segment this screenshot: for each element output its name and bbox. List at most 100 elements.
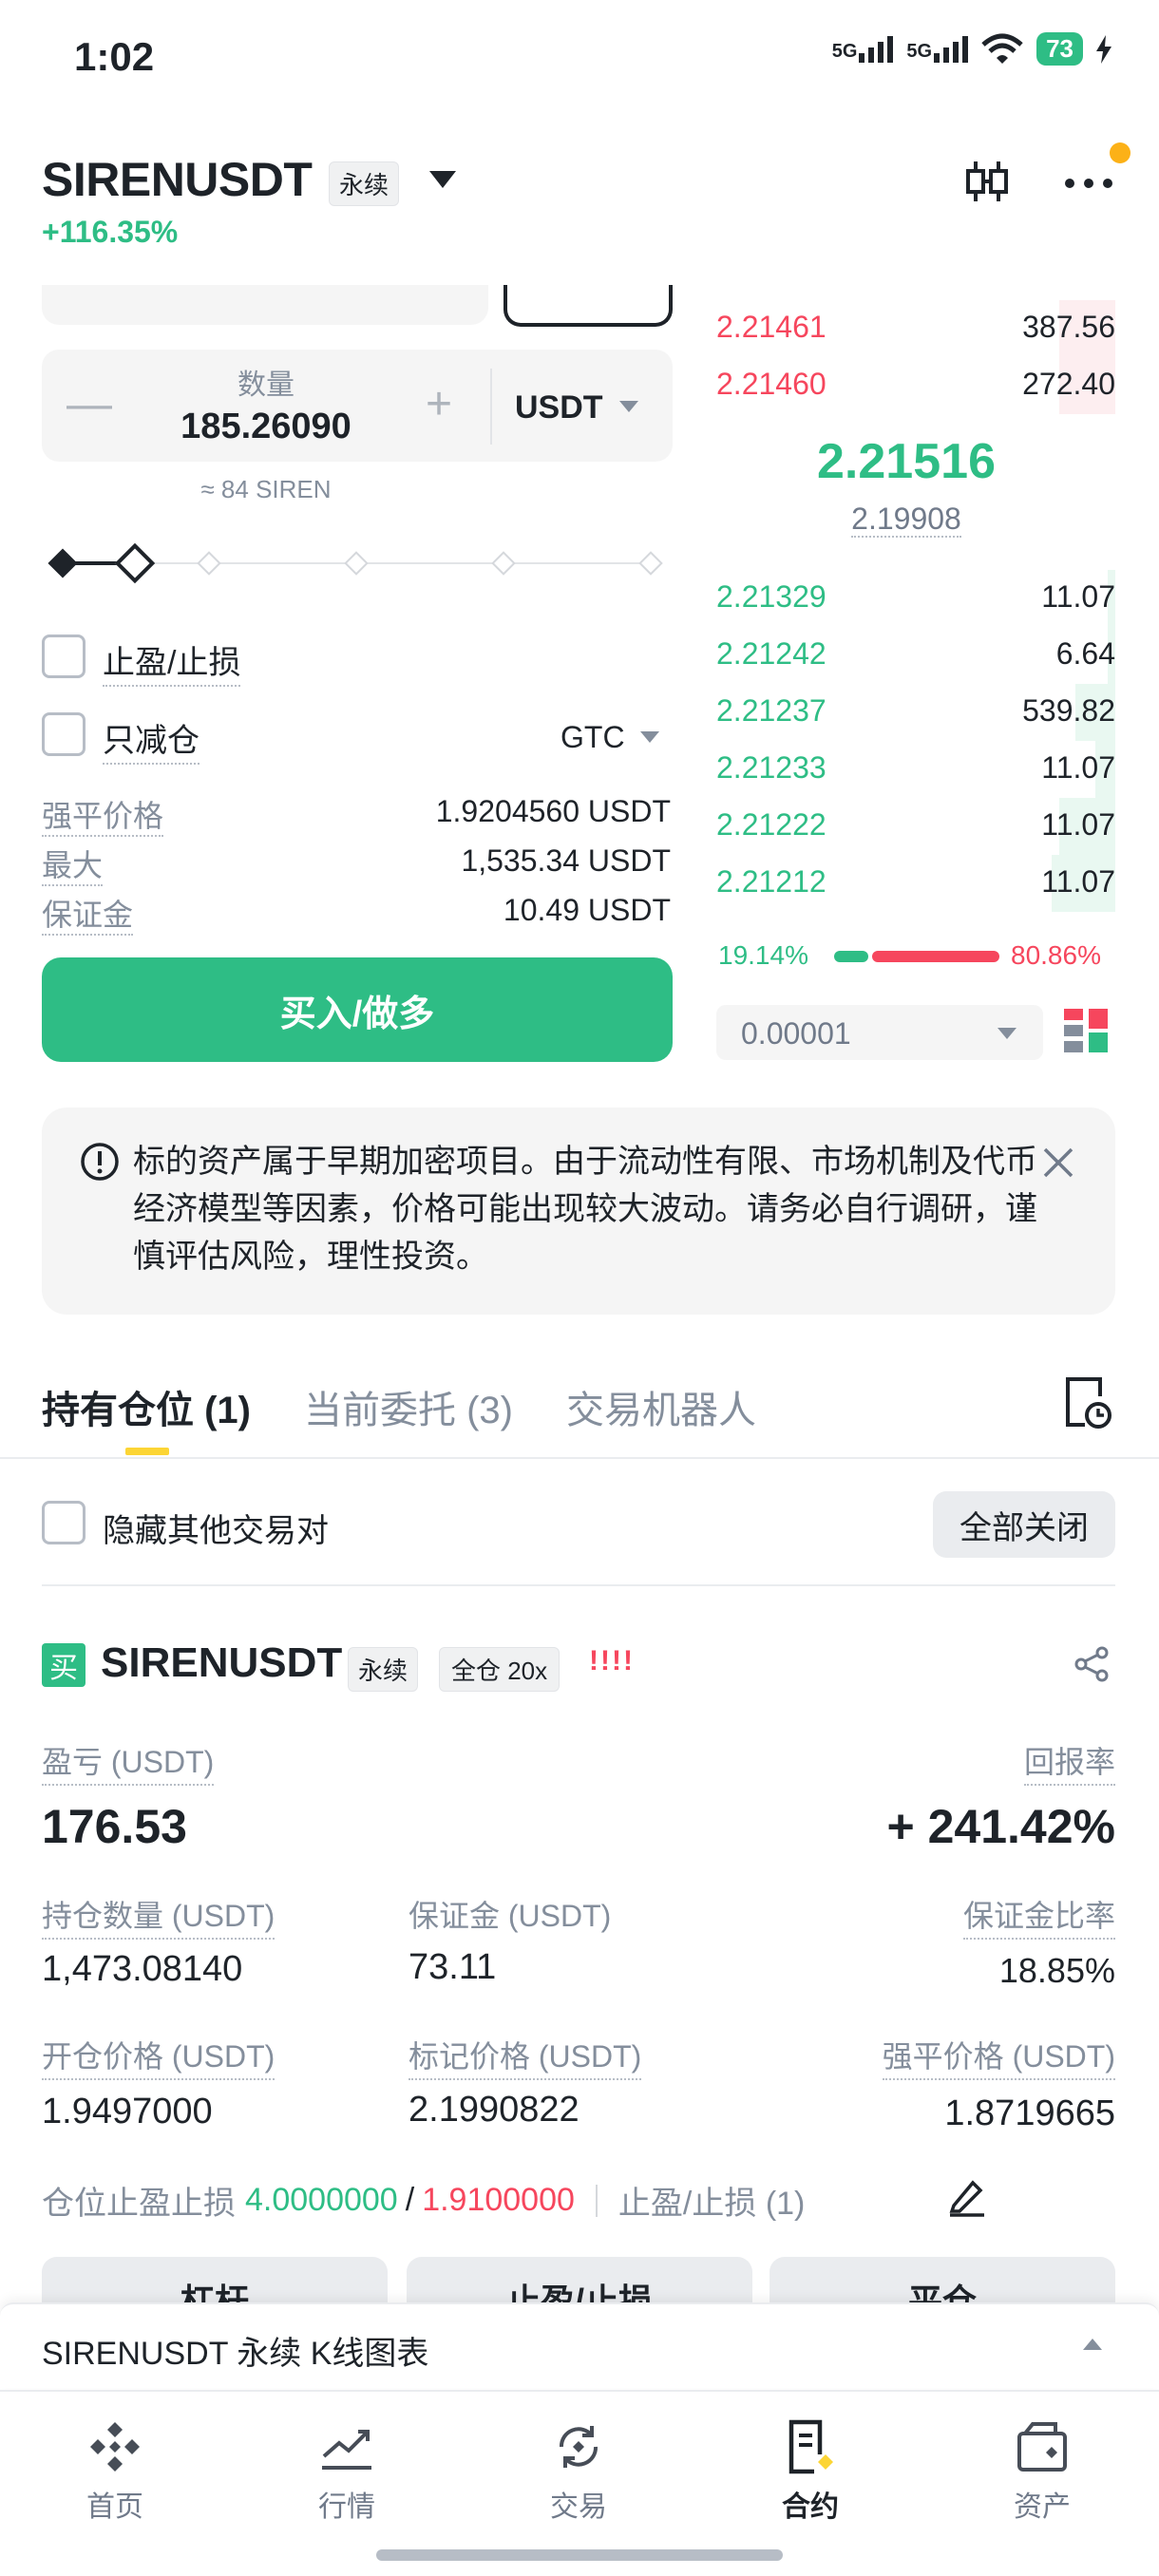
position-symbol[interactable]: SIRENUSDT — [101, 1639, 342, 1687]
position-perp-tag: 永续 — [348, 1647, 419, 1692]
quantity-increase-button[interactable]: + — [426, 378, 452, 430]
slider-handle[interactable] — [114, 542, 156, 584]
pnl-label[interactable]: 盈亏 (USDT) — [42, 1738, 215, 1786]
bid-price: 2.21242 — [716, 636, 826, 671]
markets-chart-icon — [322, 2430, 371, 2470]
precision-value[interactable]: 0.00001 — [741, 1016, 851, 1051]
quantity-unit-selector[interactable]: USDT — [515, 389, 603, 426]
bid-row[interactable]: 2.21233 11.07 — [716, 741, 1115, 798]
hide-other-pairs-label[interactable]: 隐藏其他交易对 — [103, 1505, 329, 1551]
bid-row[interactable]: 2.21329 11.07 — [716, 570, 1115, 627]
pnl-value: 176.53 — [42, 1800, 187, 1853]
bid-row[interactable]: 2.21242 6.64 — [716, 627, 1115, 684]
kline-chart-label[interactable]: SIRENUSDT 永续 K线图表 — [42, 2327, 428, 2374]
chevron-down-icon[interactable] — [998, 1028, 1016, 1039]
tpsl-separator: / — [405, 2182, 415, 2218]
bid-qty: 11.07 — [1041, 750, 1115, 785]
long-side-badge: 买 — [42, 1643, 86, 1687]
pair-dropdown-icon[interactable] — [429, 171, 456, 188]
nav-home-label: 首页 — [86, 2491, 143, 2523]
nav-markets[interactable]: 行情 — [276, 2418, 418, 2525]
tab-open-orders[interactable]: 当前委托 (3) — [304, 1379, 513, 1434]
divider — [595, 2184, 598, 2217]
share-icon[interactable] — [1074, 1645, 1112, 1683]
network-type-label-2: 5G — [906, 40, 933, 62]
liq-price-value: 1.8719665 — [944, 2093, 1115, 2133]
tab-positions[interactable]: 持有仓位 (1) — [42, 1379, 251, 1434]
margin-ratio-label[interactable]: 保证金比率 — [962, 1892, 1115, 1940]
nav-assets[interactable]: 资产 — [971, 2418, 1113, 2525]
margin-label[interactable]: 保证金 — [42, 898, 134, 936]
ask-row[interactable]: 2.21460 272.40 — [716, 357, 1115, 414]
take-profit-value: 4.0000000 — [245, 2182, 398, 2218]
mark-price[interactable]: 2.19908 — [716, 502, 1096, 538]
close-icon[interactable] — [1041, 1146, 1075, 1180]
margin-ratio-value: 18.85% — [998, 1951, 1115, 1990]
order-history-icon[interactable] — [1062, 1373, 1113, 1430]
slider-step-marker[interactable] — [638, 551, 663, 576]
bid-row[interactable]: 2.21237 539.82 — [716, 684, 1115, 741]
ask-price: 2.21461 — [716, 310, 826, 344]
ask-qty: 387.56 — [1022, 310, 1115, 344]
bid-price: 2.21222 — [716, 807, 826, 842]
tpsl-label[interactable]: 止盈/止损 — [103, 636, 241, 687]
order-type-box[interactable] — [504, 285, 673, 327]
slider-start-marker[interactable] — [48, 548, 78, 578]
time-in-force-selector[interactable]: GTC — [560, 720, 625, 755]
pair-title[interactable]: SIRENUSDT — [42, 152, 313, 207]
quantity-approx: ≈ 84 SIREN — [200, 475, 332, 503]
liq-price-label[interactable]: 强平价格 (USDT) — [882, 2033, 1115, 2080]
bid-price: 2.21212 — [716, 864, 826, 899]
bid-row[interactable]: 2.21212 11.07 — [716, 855, 1115, 912]
slider-step-marker[interactable] — [197, 551, 221, 576]
nav-trade[interactable]: 交易 — [507, 2418, 650, 2525]
tpsl-checkbox[interactable] — [42, 635, 86, 678]
reduce-only-checkbox[interactable] — [42, 712, 86, 756]
info-icon — [81, 1143, 119, 1181]
edit-icon[interactable] — [946, 2175, 988, 2217]
slider-step-marker[interactable] — [344, 551, 369, 576]
buy-long-button[interactable]: 买入/做多 — [42, 957, 673, 1062]
sell-ratio: 80.86% — [1011, 940, 1101, 970]
order-book-layout-icon[interactable] — [1064, 1007, 1110, 1054]
bid-price: 2.21329 — [716, 579, 826, 614]
max-label[interactable]: 最大 — [42, 848, 104, 886]
mark-price-label[interactable]: 标记价格 (USDT) — [408, 2033, 642, 2080]
ask-row[interactable]: 2.21461 387.56 — [716, 300, 1115, 357]
ask-qty: 272.40 — [1022, 367, 1115, 401]
nav-assets-label: 资产 — [1014, 2491, 1071, 2523]
tpsl-count[interactable]: 止盈/止损 (1) — [618, 2177, 805, 2224]
entry-price-label[interactable]: 开仓价格 (USDT) — [42, 2033, 276, 2080]
more-options-icon[interactable] — [1062, 160, 1115, 203]
liq-price-value: 1.9204560 USDT — [435, 794, 671, 828]
nav-markets-label: 行情 — [318, 2491, 375, 2523]
wifi-icon — [981, 33, 1023, 64]
position-size-label[interactable]: 持仓数量 (USDT) — [42, 1892, 276, 1940]
bid-row[interactable]: 2.21222 11.07 — [716, 798, 1115, 855]
roe-value: + 241.42% — [886, 1800, 1115, 1853]
trade-icon — [559, 2426, 598, 2468]
bid-qty: 11.07 — [1041, 579, 1115, 614]
liq-price-label[interactable]: 强平价格 — [42, 799, 164, 837]
bid-qty: 539.82 — [1022, 693, 1115, 728]
candlestick-chart-icon[interactable] — [963, 160, 1011, 203]
price-input-box[interactable] — [42, 285, 488, 325]
tab-trading-bots[interactable]: 交易机器人 — [566, 1379, 756, 1434]
roe-label[interactable]: 回报率 — [1023, 1738, 1115, 1786]
position-margin-mode-tag[interactable]: 全仓 20x — [439, 1647, 560, 1692]
max-value: 1,535.34 USDT — [461, 843, 671, 878]
charging-icon — [1096, 34, 1112, 64]
nav-trade-label: 交易 — [550, 2491, 607, 2523]
nav-home[interactable]: 首页 — [44, 2418, 186, 2525]
stop-loss-value: 1.9100000 — [422, 2182, 575, 2218]
reduce-only-label[interactable]: 只减仓 — [103, 714, 200, 765]
chevron-down-icon[interactable] — [640, 731, 659, 743]
status-icons: 5G 5G 73 — [832, 32, 1112, 66]
nav-futures[interactable]: 合约 — [739, 2418, 882, 2525]
chevron-down-icon[interactable] — [619, 401, 638, 412]
chevron-up-icon[interactable] — [1083, 2339, 1102, 2350]
slider-step-marker[interactable] — [491, 551, 516, 576]
home-indicator — [376, 2549, 783, 2561]
hide-other-pairs-checkbox[interactable] — [42, 1501, 86, 1544]
close-all-button[interactable]: 全部关闭 — [933, 1491, 1115, 1558]
